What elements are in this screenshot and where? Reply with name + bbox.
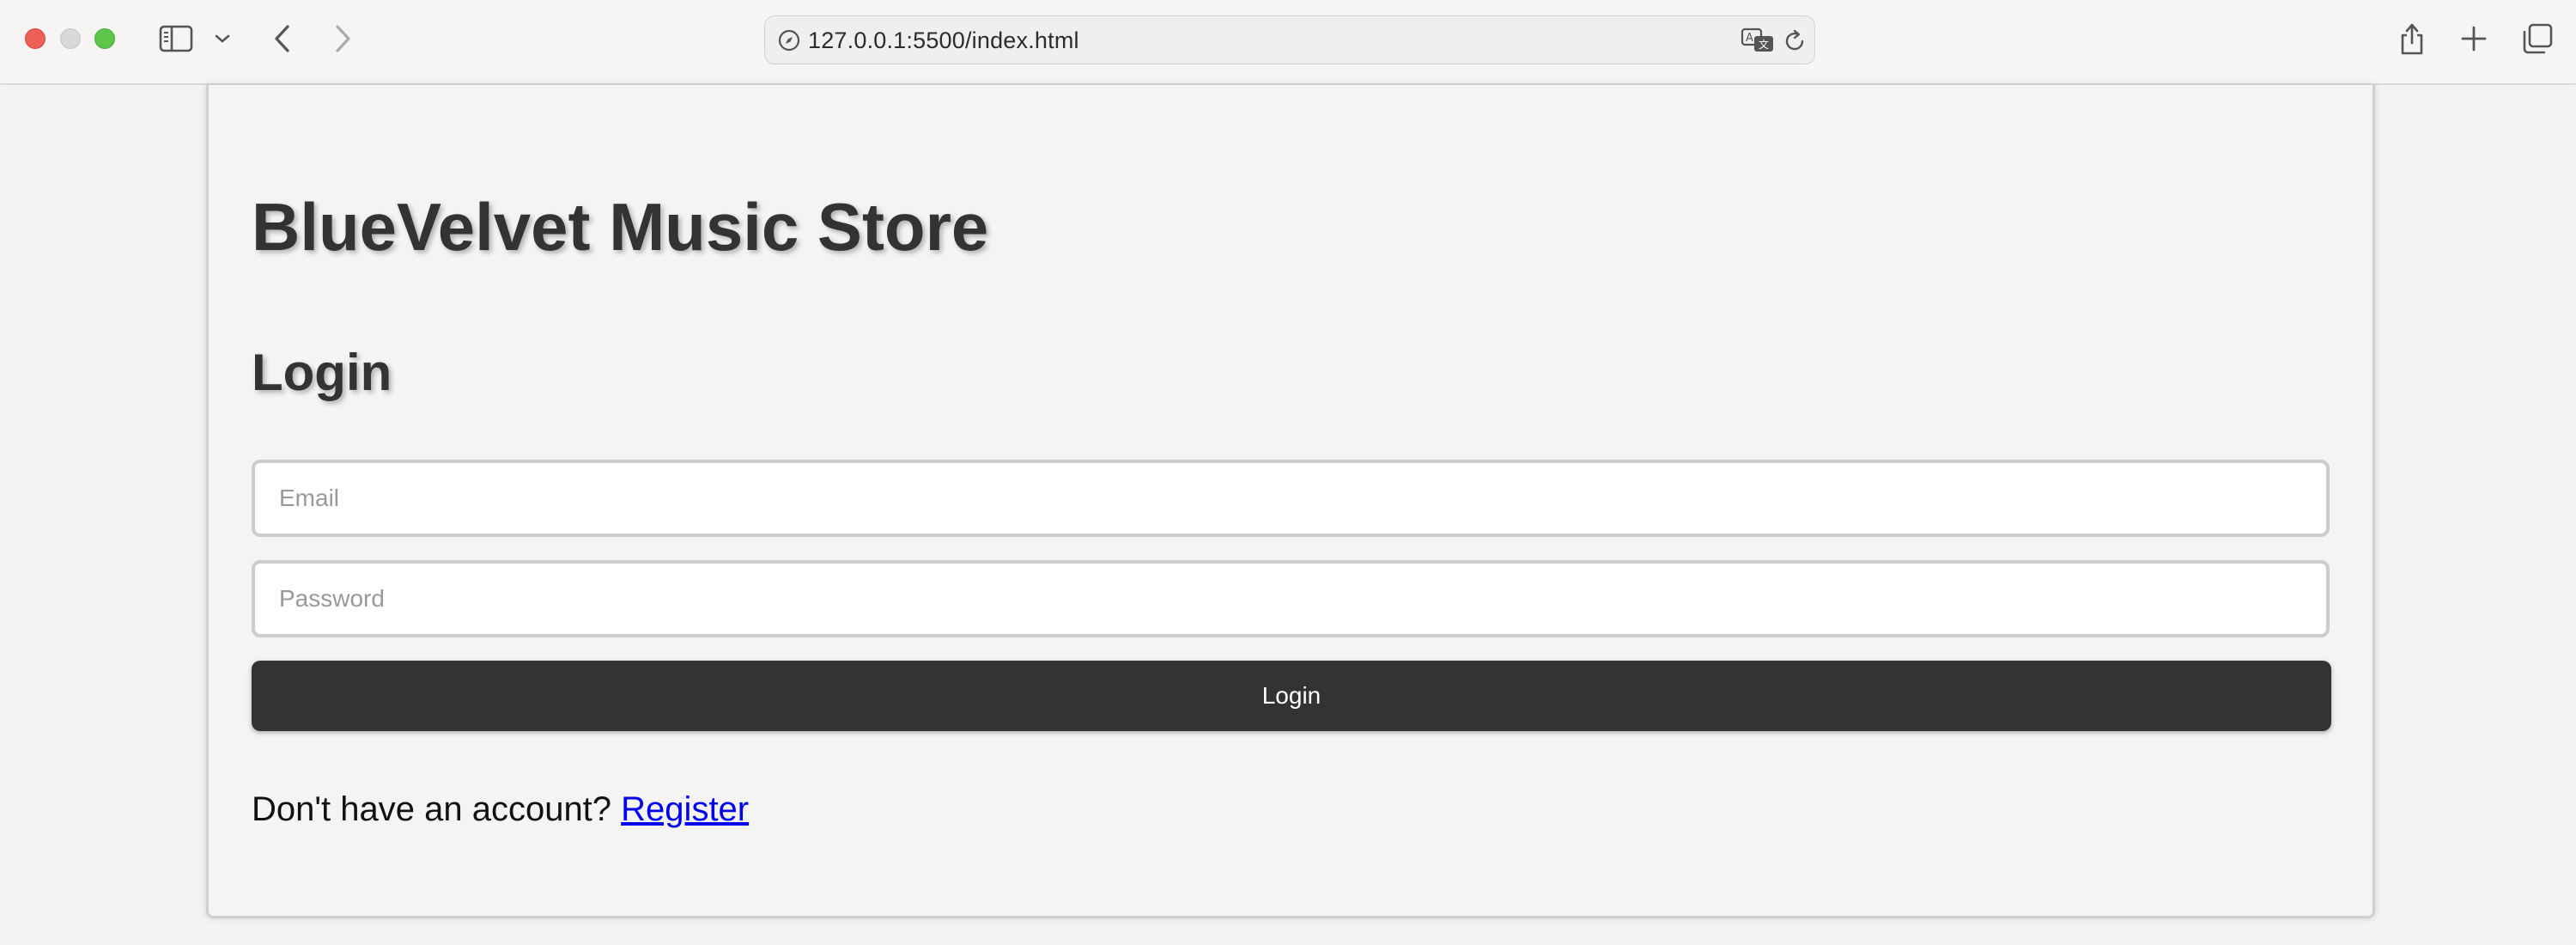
tab-overview-icon[interactable]: [2518, 19, 2557, 58]
url-text: 127.0.0.1:5500/index.html: [808, 27, 1079, 53]
window-close-button[interactable]: [25, 28, 46, 49]
svg-text:文: 文: [1759, 38, 1769, 51]
login-container: BlueVelvet Music Store Login Login Don't…: [206, 85, 2375, 918]
svg-text:A: A: [1746, 32, 1753, 45]
sidebar-icon[interactable]: [156, 19, 196, 58]
login-button[interactable]: Login: [252, 661, 2331, 731]
compass-icon: [778, 29, 800, 52]
register-prompt: Don't have an account? Register: [252, 790, 749, 829]
plus-icon[interactable]: [2454, 19, 2494, 58]
password-field[interactable]: [252, 560, 2330, 637]
register-link[interactable]: Register: [621, 790, 749, 828]
translate-icon[interactable]: A文: [1741, 27, 1775, 54]
chevron-down-icon[interactable]: [210, 19, 235, 58]
reload-icon[interactable]: [1782, 28, 1807, 54]
page-viewport: BlueVelvet Music Store Login Login Don't…: [0, 85, 2576, 945]
window-maximize-button[interactable]: [94, 28, 115, 49]
back-button[interactable]: [263, 19, 302, 58]
share-icon[interactable]: [2392, 19, 2432, 58]
site-title: BlueVelvet Music Store: [252, 189, 989, 265]
forward-button[interactable]: [323, 19, 362, 58]
email-field[interactable]: [252, 460, 2330, 537]
window-minimize-button[interactable]: [60, 28, 81, 49]
browser-toolbar: 127.0.0.1:5500/index.html A文: [0, 0, 2576, 84]
address-bar[interactable]: 127.0.0.1:5500/index.html A文: [764, 15, 1815, 64]
register-prompt-text: Don't have an account?: [252, 790, 612, 828]
login-heading: Login: [252, 344, 392, 401]
